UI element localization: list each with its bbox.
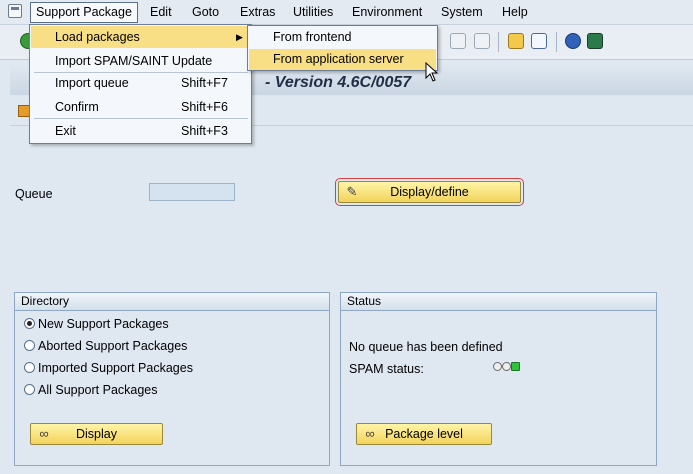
menu-edit[interactable]: Edit: [150, 4, 172, 20]
edit-pencil-icon: ✎: [346, 184, 358, 199]
page-down-icon[interactable]: [474, 33, 490, 49]
queue-label: Queue: [15, 187, 53, 201]
submenu-arrow-icon: ▶: [236, 32, 243, 42]
radio-button[interactable]: [24, 362, 35, 373]
menuitem-confirm[interactable]: Confirm Shift+F6: [31, 96, 250, 118]
status-group: Status No queue has been defined SPAM st…: [340, 292, 657, 466]
submenu-from-frontend[interactable]: From frontend: [249, 27, 436, 48]
status-light-green: [511, 362, 520, 371]
queue-field[interactable]: [149, 183, 235, 201]
menu-goto[interactable]: Goto: [192, 4, 219, 20]
page-icon[interactable]: [450, 33, 466, 49]
menuitem-load-packages[interactable]: Load packages ▶: [31, 26, 250, 48]
radio-button[interactable]: [24, 340, 35, 351]
radio-all-support-packages[interactable]: All Support Packages: [24, 381, 158, 399]
help-icon[interactable]: [565, 33, 581, 49]
menuitem-exit[interactable]: Exit Shift+F3: [31, 120, 250, 142]
radio-label: New Support Packages: [38, 317, 169, 331]
status-light-off: [493, 362, 502, 371]
menu-help[interactable]: Help: [502, 4, 528, 20]
package-level-button[interactable]: ∞ Package level: [356, 423, 492, 445]
menuitem-label: Load packages: [55, 30, 140, 44]
display-button[interactable]: ∞ Display: [30, 423, 163, 445]
page-title: - Version 4.6C/0057: [265, 74, 412, 91]
menu-separator: [34, 118, 248, 119]
glasses-icon: ∞: [39, 426, 49, 441]
display-define-button[interactable]: ✎ Display/define: [335, 178, 524, 206]
menu-support-package[interactable]: Support Package: [30, 2, 138, 23]
radio-label: Imported Support Packages: [38, 361, 193, 375]
radio-button-checked[interactable]: [24, 318, 35, 329]
window-menu-icon[interactable]: [8, 4, 22, 18]
shortcut-icon[interactable]: [531, 33, 547, 49]
display-label: Display: [76, 427, 117, 441]
toolbar-separator: [556, 32, 557, 52]
layout-menu-icon[interactable]: [587, 33, 603, 49]
menuitem-label: Confirm: [55, 100, 99, 114]
menuitem-label: Exit: [55, 124, 76, 138]
glasses-icon: ∞: [365, 426, 375, 441]
submenu-from-application-server[interactable]: From application server: [249, 49, 436, 70]
menuitem-import-queue[interactable]: Import queue Shift+F7: [31, 72, 250, 94]
package-level-label: Package level: [385, 427, 463, 441]
menu-environment[interactable]: Environment: [352, 4, 422, 20]
radio-label: Aborted Support Packages: [38, 339, 188, 353]
toolbar-separator: [498, 32, 499, 52]
support-package-dropdown: Load packages ▶ Import SPAM/SAINT Update…: [29, 24, 252, 144]
radio-new-support-packages[interactable]: New Support Packages: [24, 315, 169, 333]
status-title: Status: [341, 293, 656, 311]
menu-bar: Support Package Edit Goto Extras Utiliti…: [0, 0, 693, 25]
menuitem-shortcut: Shift+F6: [181, 100, 228, 114]
menu-utilities[interactable]: Utilities: [293, 4, 333, 20]
display-define-label: Display/define: [390, 185, 469, 199]
status-light-off: [502, 362, 511, 371]
menuitem-label: Import queue: [55, 76, 129, 90]
radio-aborted-support-packages[interactable]: Aborted Support Packages: [24, 337, 187, 355]
radio-button[interactable]: [24, 384, 35, 395]
radio-imported-support-packages[interactable]: Imported Support Packages: [24, 359, 193, 377]
menuitem-shortcut: Shift+F7: [181, 76, 228, 90]
new-session-icon[interactable]: [508, 33, 524, 49]
mouse-cursor-icon: [425, 62, 439, 82]
spam-status-lights: [493, 362, 523, 374]
load-packages-submenu: From frontend From application server: [247, 25, 438, 71]
menu-system[interactable]: System: [441, 4, 483, 20]
menuitem-label: Import SPAM/SAINT Update: [55, 54, 213, 68]
menu-extras[interactable]: Extras: [240, 4, 275, 20]
status-message: No queue has been defined: [349, 340, 503, 354]
radio-label: All Support Packages: [38, 383, 158, 397]
spam-status-label: SPAM status:: [349, 362, 424, 376]
menuitem-shortcut: Shift+F3: [181, 124, 228, 138]
directory-title: Directory: [15, 293, 329, 311]
menuitem-import-spam-saint-update[interactable]: Import SPAM/SAINT Update: [31, 50, 250, 72]
directory-group: Directory New Support Packages Aborted S…: [14, 292, 330, 466]
